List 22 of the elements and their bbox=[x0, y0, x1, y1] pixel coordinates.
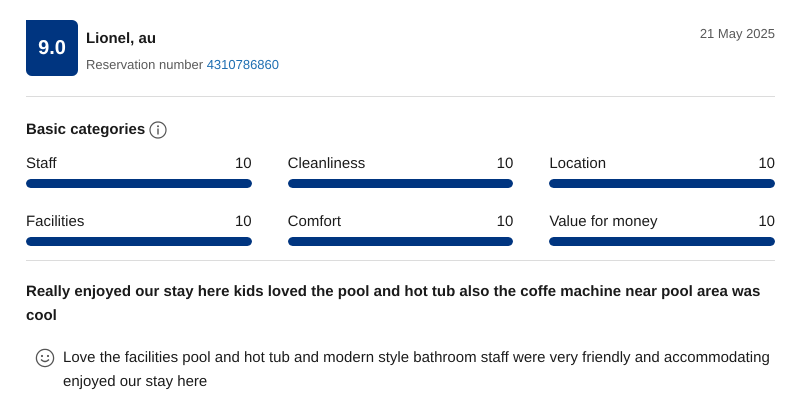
reviewer-name: Lionel, au bbox=[86, 29, 158, 49]
smiley-icon bbox=[35, 348, 55, 368]
category-score: 10 bbox=[234, 212, 252, 232]
category-score: 10 bbox=[496, 154, 514, 174]
score-badge: 9.0 bbox=[26, 20, 78, 76]
category-score: 10 bbox=[496, 212, 514, 232]
reservation-label: Reservation number bbox=[86, 56, 204, 72]
category-name: Staff bbox=[26, 154, 57, 174]
review-comment: Love the facilities pool and hot tub and modern style bathroom staff were very friendly and accommodating enjoyed our stay here bbox=[63, 348, 771, 392]
category-name: Cleanliness bbox=[288, 154, 366, 174]
category-name: Facilities bbox=[26, 212, 84, 232]
category-score: 10 bbox=[758, 212, 775, 232]
category-name: Value for money bbox=[549, 212, 658, 232]
category-name: Comfort bbox=[288, 212, 341, 232]
category-score: 10 bbox=[234, 154, 252, 174]
info-icon[interactable] bbox=[149, 121, 168, 140]
reservation-number-link[interactable]: 4310786860 bbox=[206, 56, 279, 72]
category-name: Location bbox=[549, 154, 606, 174]
review-date: 21 May 2025 bbox=[700, 25, 775, 43]
section-title: Basic categories bbox=[26, 120, 146, 140]
review-headline: Really enjoyed our stay here kids loved the pool and hot tub also the coffe machine near pool area was cool bbox=[26, 282, 762, 326]
category-score: 10 bbox=[758, 154, 775, 174]
